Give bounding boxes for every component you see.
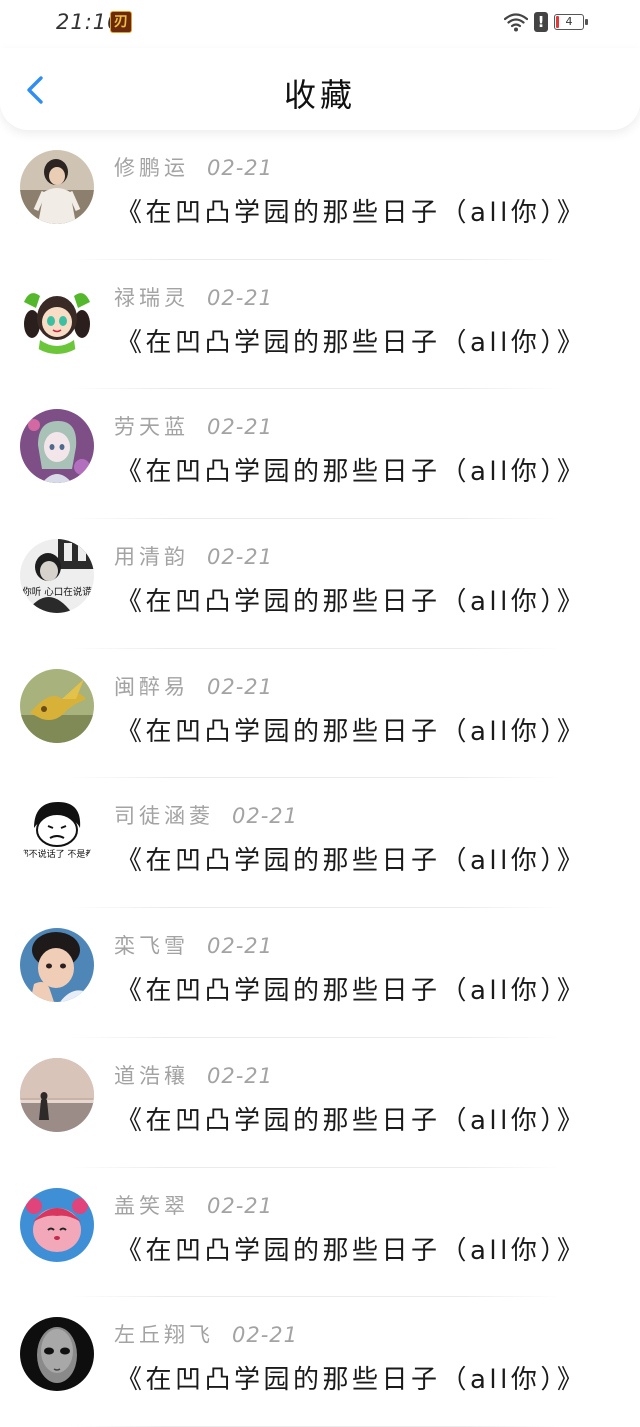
list-item[interactable]: 你听 心口在说谎 用清韵 02-21 《在凹凸学园的那些日子（all你）》: [0, 519, 640, 649]
avatar[interactable]: [20, 279, 94, 354]
story-title[interactable]: 《在凹凸学园的那些日子（all你）》: [116, 451, 586, 488]
author-name: 禄瑞灵: [114, 285, 189, 310]
story-title[interactable]: 《在凹凸学园的那些日子（all你）》: [116, 192, 586, 229]
author-name: 左丘翔飞: [114, 1323, 214, 1348]
story-title[interactable]: 《在凹凸学园的那些日子（all你）》: [116, 1100, 586, 1137]
avatar[interactable]: [20, 150, 94, 224]
item-meta: 司徒涵菱 02-21: [114, 800, 298, 830]
list-item[interactable]: 怎么都不说话了 不是都在吗 司徒涵菱 02-21 《在凹凸学园的那些日子（all你…: [0, 778, 640, 909]
author-name: 盖笑翠: [114, 1193, 189, 1218]
item-date: 02-21: [207, 545, 274, 570]
favorites-list: 修鹏运 02-21 《在凹凸学园的那些日子（all你）》 禄瑞灵 02-21 《在凹…: [0, 130, 640, 1427]
item-meta: 禄瑞灵 02-21: [114, 282, 273, 312]
avatar-caption: 怎么都不说话了 不是都在吗: [20, 848, 94, 860]
list-item[interactable]: 修鹏运 02-21 《在凹凸学园的那些日子（all你）》: [0, 130, 640, 260]
list-item[interactable]: 道浩穰 02-21 《在凹凸学园的那些日子（all你）》: [0, 1038, 640, 1168]
battery-icon: 4: [554, 14, 588, 30]
avatar[interactable]: 怎么都不说话了 不是都在吗: [20, 798, 94, 873]
item-meta: 闽醉易 02-21: [114, 671, 273, 701]
list-item[interactable]: 盖笑翠 02-21 《在凹凸学园的那些日子（all你）》: [0, 1168, 640, 1298]
author-name: 劳天蓝: [114, 415, 189, 440]
nav-bar: 收藏: [0, 48, 640, 130]
story-title[interactable]: 《在凹凸学园的那些日子（all你）》: [116, 711, 586, 748]
item-meta: 盖笑翠 02-21: [114, 1190, 273, 1220]
author-name: 司徒涵菱: [114, 804, 214, 829]
list-item[interactable]: 劳天蓝 02-21 《在凹凸学园的那些日子（all你）》: [0, 389, 640, 520]
wifi-icon: [504, 13, 528, 32]
avatar[interactable]: [20, 928, 94, 1003]
alert-icon: !: [534, 12, 548, 32]
item-date: 02-21: [207, 1063, 274, 1088]
item-meta: 劳天蓝 02-21: [114, 411, 273, 441]
avatar[interactable]: 你听 心口在说谎: [20, 539, 94, 614]
item-date: 02-21: [207, 285, 274, 310]
item-date: 02-21: [207, 674, 274, 699]
story-title[interactable]: 《在凹凸学园的那些日子（all你）》: [116, 840, 586, 877]
item-meta: 修鹏运 02-21: [114, 152, 273, 182]
item-date: 02-21: [207, 156, 274, 180]
list-item[interactable]: 闽醉易 02-21 《在凹凸学园的那些日子（all你）》: [0, 649, 640, 779]
status-indicators: ! 4: [504, 12, 588, 32]
item-date: 02-21: [207, 934, 274, 959]
app-notification-icon: 刃: [110, 11, 132, 33]
avatar[interactable]: [20, 1317, 94, 1392]
author-name: 道浩穰: [114, 1063, 189, 1088]
item-meta: 栾飞雪 02-21: [114, 930, 273, 960]
status-bar: 21:10 刃 ! 4: [0, 0, 640, 48]
author-name: 修鹏运: [114, 156, 189, 180]
story-title[interactable]: 《在凹凸学园的那些日子（all你）》: [116, 1359, 586, 1396]
avatar[interactable]: [20, 1187, 94, 1262]
avatar[interactable]: [20, 668, 94, 743]
story-title[interactable]: 《在凹凸学园的那些日子（all你）》: [116, 322, 586, 359]
item-date: 02-21: [232, 1323, 299, 1348]
author-name: 闽醉易: [114, 674, 189, 699]
author-name: 栾飞雪: [114, 934, 189, 959]
story-title[interactable]: 《在凹凸学园的那些日子（all你）》: [116, 581, 586, 618]
item-meta: 左丘翔飞 02-21: [114, 1319, 298, 1349]
battery-level: 4: [565, 15, 573, 28]
story-title[interactable]: 《在凹凸学园的那些日子（all你）》: [116, 970, 586, 1007]
author-name: 用清韵: [114, 545, 189, 570]
story-title[interactable]: 《在凹凸学园的那些日子（all你）》: [116, 1230, 586, 1267]
item-date: 02-21: [207, 1193, 274, 1218]
item-meta: 用清韵 02-21: [114, 541, 273, 571]
item-date: 02-21: [207, 415, 274, 440]
item-meta: 道浩穰 02-21: [114, 1060, 273, 1090]
list-item[interactable]: 禄瑞灵 02-21 《在凹凸学园的那些日子（all你）》: [0, 260, 640, 390]
page-title: 收藏: [283, 76, 356, 114]
avatar-caption: 你听 心口在说谎: [22, 586, 92, 598]
avatar[interactable]: [20, 409, 94, 484]
list-item[interactable]: 栾飞雪 02-21 《在凹凸学园的那些日子（all你）》: [0, 908, 640, 1038]
item-date: 02-21: [232, 804, 299, 829]
avatar[interactable]: [20, 1057, 94, 1132]
list-item[interactable]: 左丘翔飞 02-21 《在凹凸学园的那些日子（all你）》: [0, 1297, 640, 1427]
